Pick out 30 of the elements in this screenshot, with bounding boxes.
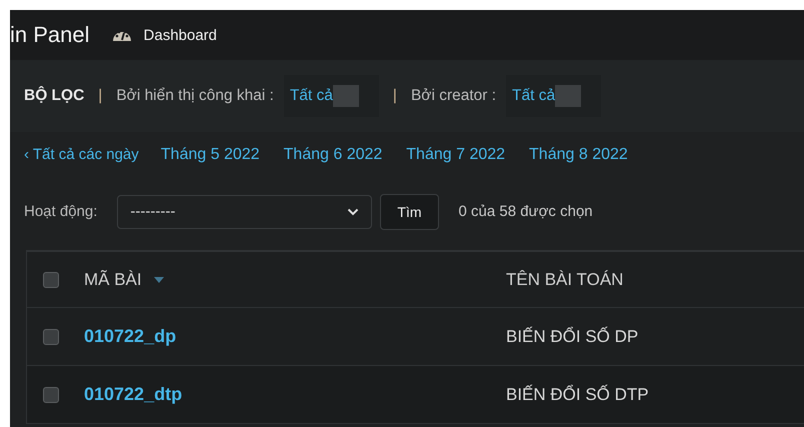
table-cell: BIẾN ĐỔI SỐ DP: [506, 326, 638, 346]
filter-heading: BỘ LỌC: [24, 87, 84, 105]
dashboard-link[interactable]: Dashboard: [144, 26, 217, 44]
filter-dropdown[interactable]: Tất cả: [506, 75, 602, 117]
column-header[interactable]: MÃ BÀI: [84, 270, 142, 290]
action-label: Hoạt động:: [24, 203, 98, 220]
action-select[interactable]: ---------: [117, 194, 372, 228]
column-header[interactable]: TÊN BÀI TOÁN: [506, 270, 624, 288]
redaction-block: [555, 85, 582, 107]
code-link[interactable]: 010722_dp: [84, 326, 176, 347]
chevron-down-icon: [347, 208, 360, 216]
table-cell: BIẾN ĐỔI SỐ DTP: [506, 384, 649, 404]
separator: |: [392, 87, 397, 105]
checkbox[interactable]: [43, 272, 59, 288]
separator: |: [98, 87, 102, 105]
filter-dropdown[interactable]: Tất cả: [284, 75, 379, 117]
code-link[interactable]: 010722_dtp: [84, 384, 182, 405]
filter-label: Bởi hiển thị công khai :: [116, 87, 274, 105]
checkbox[interactable]: [43, 386, 59, 402]
date-link[interactable]: Tháng 8 2022: [529, 146, 628, 172]
filter-label: Bởi creator :: [410, 87, 496, 105]
date-link[interactable]: Tháng 6 2022: [284, 146, 382, 172]
redaction-block: [332, 85, 359, 107]
checkbox[interactable]: [43, 328, 59, 344]
selection-counter: 0 của 58 được chọn: [458, 203, 593, 220]
date-link[interactable]: ‹ Tất cả các ngày: [24, 146, 139, 172]
date-link[interactable]: Tháng 7 2022: [406, 146, 506, 172]
site-title: in Panel: [10, 22, 90, 48]
date-link[interactable]: Tháng 5 2022: [160, 146, 260, 172]
go-button[interactable]: Tìm: [380, 194, 438, 230]
